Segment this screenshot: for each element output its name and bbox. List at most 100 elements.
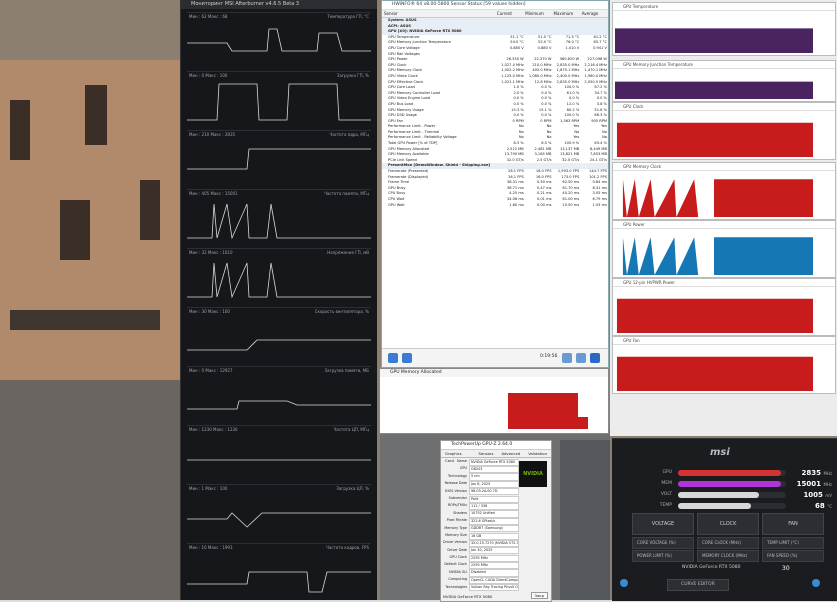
sensor-graph-title: GPU Fan: [613, 337, 835, 345]
sensor-graph-fill: [615, 237, 813, 275]
msi-meter-fill: [678, 469, 781, 476]
settings-icon[interactable]: [562, 353, 572, 363]
gpuz-info-label: GPU Clock: [449, 555, 467, 560]
gpuz-info-row: Pixel Fillrate 322.6 GPixel/s: [441, 517, 519, 525]
sensor-graph-panel[interactable]: GPU Memory Clock: [612, 162, 836, 220]
close-button[interactable]: Закр: [530, 592, 548, 599]
tab-validation[interactable]: Validation: [524, 450, 551, 457]
gpuz-info-row: Memory Size 16 GB: [441, 532, 519, 540]
msi-afterburner-window[interactable]: msi GPU 2835 MHz MEM 15001 MHz VOLT 1005 mV TE…: [612, 438, 837, 601]
sensor-row[interactable]: GPU Wait 1.60 ms 0.00 ms 10.50 ms 1.53 ms: [382, 203, 608, 209]
msi-meter-fill: [678, 480, 781, 487]
msi-meter-fill: [678, 491, 759, 498]
sensor-graph-plot: [615, 346, 813, 391]
graph-window-memory[interactable]: GPU Memory Allocated: [379, 368, 609, 434]
graph-metric-label: Загрузка ГП, %: [336, 73, 369, 78]
sensor-graph-panel[interactable]: GPU Memory Junction Temperature: [612, 60, 836, 102]
col-current[interactable]: Current: [495, 10, 523, 17]
gpuz-info-value: 10752 Unified: [469, 510, 519, 518]
sensor-graph-title: GPU Temperature: [613, 3, 835, 11]
tab-fan[interactable]: FAN: [762, 513, 824, 535]
gpuz-info-label: Subvendor: [448, 495, 467, 500]
graph-minmax-label: Мин : 1230 Макс : 1230: [189, 427, 238, 432]
graph-series-line: [187, 339, 371, 351]
close-icon[interactable]: [590, 353, 600, 363]
sensor-graph-area: [615, 122, 813, 157]
sensor-graph-panel[interactable]: GPU Temperature: [612, 2, 836, 56]
graph-series-line: [187, 571, 371, 593]
reset-icon[interactable]: [576, 353, 586, 363]
msi-meter-unit: MHz: [823, 470, 832, 476]
gpuz-tabs: Graphics Card Sensors Advanced Validatio…: [441, 450, 551, 463]
gpuz-info-value: OpenCL CUDA DirectCompute DirectML: [469, 576, 519, 585]
tab-sensors[interactable]: Sensors: [474, 450, 497, 457]
arrow-right-icon[interactable]: [402, 353, 412, 363]
graph-line-plot: [187, 571, 371, 593]
graph-metric-label: Напряжение ГП, мВ: [327, 250, 369, 255]
sensor-graph-panel[interactable]: GPU 12-pin HVPWR Power: [612, 278, 836, 336]
apply-icon[interactable]: [812, 579, 820, 587]
col-sensor[interactable]: Sensor: [382, 10, 495, 17]
gpuz-footer-gpu[interactable]: NVIDIA GeForce RTX 5080: [443, 594, 492, 599]
curve-editor-button[interactable]: CURVE EDITOR: [667, 579, 729, 591]
core-clock-control[interactable]: CORE CLOCK (MHz): [697, 537, 759, 549]
tab-voltage[interactable]: VOLTAGE: [632, 513, 694, 535]
gpuz-info-row: GPU GB203: [441, 465, 519, 474]
settings-gear-icon[interactable]: [620, 579, 628, 587]
graph-line-plot: [187, 459, 371, 461]
graph-line-plot: [187, 148, 371, 170]
msi-meter-fill: [678, 502, 752, 509]
afterburner-graph: Мин : 62 Макс : 68 Температура ГП, °С: [187, 12, 371, 71]
gpuz-info-row: Driver Version 32.0.15.7270 (NVIDIA 572.7…: [441, 539, 519, 548]
graph-line-plot: [187, 203, 371, 240]
gpuz-info-row: TechnologiesVulkan Ray Tracing PhysX Ope…: [441, 584, 519, 592]
graph-minmax-label: Мин : 30 Макс : 100: [189, 309, 230, 314]
gpuz-info-label: BIOS Version: [445, 488, 467, 493]
sensor-cell: 1.60 ms: [509, 202, 524, 207]
graph-line-plot: [187, 512, 371, 528]
power-limit-control[interactable]: POWER LIMIT (%): [632, 550, 694, 562]
afterburner-title: Мониторинг MSI Afterburner v4.6.5 Beta 3: [181, 0, 377, 9]
gpuz-info-row: Release Date Jan 8, 2025: [441, 480, 519, 488]
gpuz-info-value: GB203: [469, 465, 519, 474]
gpuz-info-label: Release Date: [444, 481, 467, 486]
arrow-left-icon[interactable]: [388, 353, 398, 363]
sensor-graph-panel[interactable]: GPU Fan: [612, 336, 836, 394]
gpuz-window[interactable]: TechPowerUp GPU-Z 2.64.0 Graphics Card S…: [440, 440, 552, 602]
graph-minmax-label: Мин : 62 Макс : 68: [189, 14, 228, 19]
msi-meter-track: [678, 491, 786, 498]
col-minimum[interactable]: Minimum: [523, 10, 551, 17]
gpuz-info-value: Jan 30, 2025: [469, 547, 519, 555]
msi-meter-label: GPU: [662, 470, 673, 475]
sensor-graph-area: [615, 237, 813, 275]
fan-speed-control[interactable]: FAN SPEED (%): [762, 550, 824, 562]
tab-advanced[interactable]: Advanced: [497, 450, 524, 457]
sensor-graph-area: [615, 81, 813, 99]
graph-minmax-label: Мин : 0 Макс : 100: [189, 73, 228, 78]
temp-limit-control[interactable]: TEMP LIMIT (°C): [762, 537, 824, 549]
sensor-graph-panel[interactable]: GPU Power: [612, 220, 836, 278]
afterburner-monitor-window[interactable]: Мониторинг MSI Afterburner v4.6.5 Beta 3…: [180, 0, 377, 600]
hwinfo-title: HWiNFO® 64 v8.00-5800 Sensor Status [59 …: [382, 1, 608, 10]
core-voltage-control[interactable]: CORE VOLTAGE (%): [632, 537, 694, 549]
col-average[interactable]: Average: [580, 10, 608, 17]
gpuz-info-label: Name: [456, 459, 467, 463]
hwinfo-column-headers: Sensor Current Minimum Maximum Average: [382, 10, 608, 18]
tab-clock[interactable]: CLOCK: [697, 513, 759, 535]
sensor-graph-area: [615, 298, 813, 333]
gpuz-info-value: 32.0.15.7270 (NVIDIA 572.70) DCH / Win11…: [469, 539, 519, 548]
afterburner-graph: Мин : 1230 Макс : 1230 Частота ЦП, МГц: [187, 425, 371, 484]
hwinfo-window[interactable]: HWiNFO® 64 v8.00-5800 Sensor Status [59 …: [381, 0, 609, 368]
graph-line-plot: [187, 28, 371, 52]
graph-series-line: [187, 512, 371, 528]
hwinfo-sensor-list[interactable]: System: ASUS ACPI: ASUS GPU [#0]: NVIDIA G…: [382, 18, 608, 208]
gpuz-info-label: GPU: [459, 466, 467, 471]
gpuz-info-value: Palit: [469, 495, 519, 503]
sensor-graph-panel[interactable]: GPU Clock: [612, 102, 836, 160]
sensor-graph-fill: [615, 28, 813, 53]
sensor-graph-area: [615, 28, 813, 53]
memory-clock-control[interactable]: MEMORY CLOCK (MHz): [697, 550, 759, 562]
col-maximum[interactable]: Maximum: [551, 10, 579, 17]
msi-meter-label: VOLT: [660, 492, 672, 497]
tab-graphics-card[interactable]: Graphics Card: [441, 450, 474, 463]
